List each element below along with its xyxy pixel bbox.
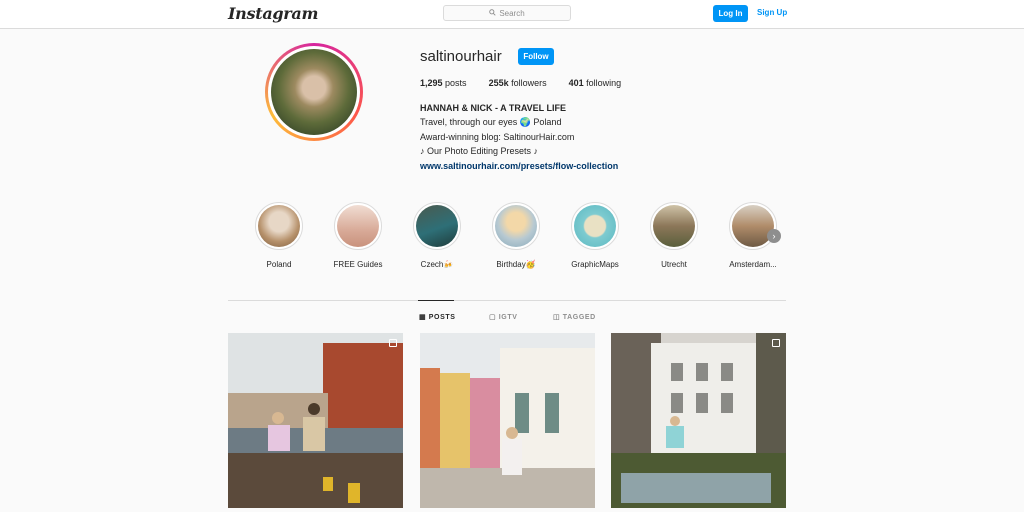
post-thumbnail[interactable] xyxy=(228,333,403,508)
avatar xyxy=(268,46,360,138)
igtv-icon: ▢ xyxy=(489,314,497,321)
profile-stats: 1,295 posts 255k followers 401 following xyxy=(420,78,643,88)
highlight-item[interactable]: Czech🍻 xyxy=(402,202,472,269)
highlight-item[interactable]: FREE Guides xyxy=(323,202,393,269)
active-tab-indicator xyxy=(418,300,454,301)
post-thumbnail[interactable] xyxy=(420,333,595,508)
posts-count: 1,295 posts xyxy=(420,78,467,88)
highlight-label: Czech🍻 xyxy=(420,260,454,269)
bio-line: Travel, through our eyes 🌍 Poland xyxy=(420,117,562,128)
tab-posts[interactable]: ▦ POSTS xyxy=(419,313,456,321)
bio-name: HANNAH & NICK - A TRAVEL LIFE xyxy=(420,103,566,113)
follow-button[interactable]: Follow xyxy=(518,48,554,65)
tab-igtv[interactable]: ▢ IGTV xyxy=(489,313,518,321)
bio-website-link[interactable]: www.saltinourhair.com/presets/flow-colle… xyxy=(420,159,618,173)
search-icon xyxy=(489,8,496,18)
bio-line: ♪ Our Photo Editing Presets ♪ xyxy=(420,146,539,157)
highlight-item[interactable]: Poland xyxy=(244,202,314,269)
highlight-item[interactable]: GraphicMaps xyxy=(560,202,630,269)
following-count[interactable]: 401 following xyxy=(569,78,622,88)
bio-line: Award-winning blog: SaltinourHair.com xyxy=(420,131,575,142)
highlight-label: GraphicMaps xyxy=(571,260,619,269)
highlight-label: Birthday🥳 xyxy=(496,260,536,269)
chevron-right-icon[interactable]: › xyxy=(767,229,781,243)
highlight-label: Utrecht xyxy=(661,260,687,269)
search-placeholder: Search xyxy=(499,8,525,18)
profile-username: saltinourhair xyxy=(420,48,502,65)
avatar-photo xyxy=(271,49,357,135)
highlight-item[interactable]: Utrecht xyxy=(639,202,709,269)
profile-bio: HANNAH & NICK - A TRAVEL LIFE Travel, th… xyxy=(420,101,618,173)
divider xyxy=(228,300,786,301)
search-input[interactable]: Search xyxy=(443,5,571,21)
multiple-posts-icon xyxy=(772,339,780,347)
instagram-logo[interactable]: Instagram xyxy=(228,4,318,23)
tab-tagged[interactable]: ◫ TAGGED xyxy=(553,313,596,321)
sign-up-link[interactable]: Sign Up xyxy=(757,8,787,17)
highlight-item[interactable]: Birthday🥳 xyxy=(481,202,551,269)
grid-icon: ▦ xyxy=(419,314,427,321)
post-thumbnail[interactable] xyxy=(611,333,786,508)
top-navigation-bar: Instagram Search Log In Sign Up xyxy=(0,0,1024,29)
multiple-posts-icon xyxy=(389,339,397,347)
log-in-button[interactable]: Log In xyxy=(713,5,748,22)
highlight-label: Amsterdam... xyxy=(729,260,777,269)
highlight-label: Poland xyxy=(266,260,292,269)
profile-avatar-ring[interactable] xyxy=(265,43,363,141)
highlight-label: FREE Guides xyxy=(333,260,383,269)
tagged-icon: ◫ xyxy=(553,314,561,321)
followers-count[interactable]: 255k followers xyxy=(489,78,547,88)
